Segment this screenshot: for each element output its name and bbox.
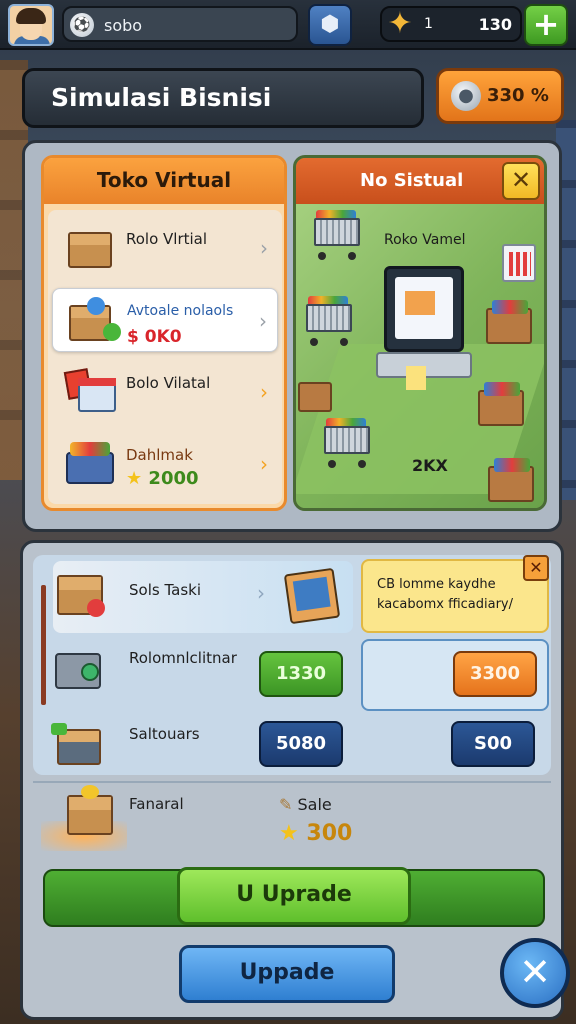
side-price-button[interactable]: S00 xyxy=(451,721,535,767)
player-name-bar[interactable]: ⚽ sobo xyxy=(62,6,298,42)
top-bar: ⚽ sobo ⬢ ✦ 1 130 + xyxy=(0,0,576,50)
chevron-right-icon: › xyxy=(260,236,268,260)
scene-label: Roko Vamel xyxy=(384,232,466,248)
coins-icon: ✦ xyxy=(387,6,413,41)
reward-stars: ★ 300 xyxy=(279,821,353,846)
box-icon xyxy=(62,222,116,272)
upgrade-button[interactable]: U Uprade xyxy=(177,867,411,925)
title-cost-button[interactable]: ● 330 % xyxy=(436,68,564,124)
hint-note: CB lomme kaydhe kacabomx fficadiary/ ✕ xyxy=(361,555,549,633)
close-preview-button[interactable]: ✕ xyxy=(502,162,540,200)
reward-row: Fanaral ✎ Sale ★ 300 xyxy=(33,781,551,861)
store-preview-title: No Sistual xyxy=(360,170,464,191)
gift-box-icon xyxy=(63,295,121,345)
player-avatar[interactable] xyxy=(8,4,54,46)
title-cost-value: 330 % xyxy=(487,85,549,106)
virtual-store-title: Toko Virtual xyxy=(96,168,232,192)
chevron-right-icon: › xyxy=(260,380,268,404)
goods-crate-icon xyxy=(488,458,534,502)
storefront-icon xyxy=(62,366,116,416)
store-item-list: Rolo Vlrtial › Avtoale nolaols $ 0K0 › B… xyxy=(48,210,282,504)
shopping-cart-icon xyxy=(310,210,364,262)
task-label: Saltouars xyxy=(129,725,200,743)
star-icon: ★ xyxy=(126,468,143,489)
currency-small-value: 1 xyxy=(424,16,433,32)
coin-icon: ● xyxy=(451,81,481,111)
money-box-icon xyxy=(51,721,107,771)
hint-note-text: CB lomme kaydhe kacabomx fficadiary/ xyxy=(377,577,514,612)
task-price-button[interactable]: 1330 xyxy=(259,651,343,697)
chevron-right-icon: › xyxy=(260,452,268,476)
task-row-sales-assist: Saltouars 5080 S00 xyxy=(33,715,551,781)
task-price-button[interactable]: 5080 xyxy=(259,721,343,767)
tag-icon: ✎ xyxy=(279,795,293,814)
tasks-list: Sols Taski › CB lomme kaydhe kacabomx ff… xyxy=(33,555,551,783)
inventory-cube-button[interactable]: ⬢ xyxy=(308,4,352,46)
store-item-3[interactable]: Dahlmak ★ 2000 › xyxy=(52,432,278,496)
close-note-button[interactable]: ✕ xyxy=(523,555,549,581)
currency-counter: ✦ 1 130 xyxy=(380,6,522,42)
store-item-1[interactable]: Avtoale nolaols $ 0K0 › xyxy=(52,288,278,352)
store-item-stars: ★ 2000 xyxy=(126,468,199,489)
virtual-store-panel: Toko Virtual Rolo Vlrtial › Avtoale nola… xyxy=(41,155,287,511)
scene-value: 2KX xyxy=(412,456,448,475)
price-sign-icon xyxy=(502,244,536,282)
store-scene-illustration: Roko Vamel 2KX xyxy=(296,204,544,508)
chevron-right-icon: › xyxy=(259,309,267,333)
shopping-basket-icon xyxy=(62,438,116,488)
cube-icon: ⬢ xyxy=(320,12,340,37)
laptop-icon xyxy=(376,266,472,390)
close-button[interactable]: ✕ xyxy=(500,938,570,1008)
task-label: Rolomnlclitnar xyxy=(129,649,237,667)
gift-box-icon xyxy=(63,785,119,835)
store-item-label: Dahlmak xyxy=(126,446,193,464)
side-price-button[interactable]: 3300 xyxy=(453,651,537,697)
star-icon: ★ xyxy=(279,821,299,846)
store-item-2[interactable]: Bolo Vilatal › xyxy=(52,360,278,424)
shopping-cart-icon xyxy=(320,418,374,470)
player-name: sobo xyxy=(104,16,143,35)
store-item-price: $ 0K0 xyxy=(127,327,182,347)
store-preview-panel: No Sistual ✕ Roko Vamel 2KX xyxy=(293,155,547,511)
store-preview-header: No Sistual ✕ xyxy=(296,158,544,204)
currency-amount: 130 xyxy=(478,15,512,34)
title-bar: Simulasi Bisnisi xyxy=(22,68,424,128)
goods-crate-icon xyxy=(486,300,532,344)
upgrade-confirm-button[interactable]: Uppade xyxy=(179,945,395,1003)
cash-register-icon xyxy=(51,647,107,697)
reward-label: Fanaral xyxy=(129,795,184,813)
reward-sale: ✎ Sale xyxy=(279,795,332,814)
tasks-panel: Sols Taski › CB lomme kaydhe kacabomx ff… xyxy=(20,540,564,1020)
shopping-cart-icon xyxy=(302,296,356,348)
cardboard-box-icon xyxy=(298,382,332,412)
virtual-store-header: Toko Virtual xyxy=(44,158,284,204)
store-item-0[interactable]: Rolo Vlrtial › xyxy=(52,216,278,280)
soccer-ball-icon: ⚽ xyxy=(70,13,94,37)
store-item-label: Avtoale nolaols xyxy=(127,303,234,319)
main-panel: Toko Virtual Rolo Vlrtial › Avtoale nola… xyxy=(22,140,562,532)
store-item-label: Rolo Vlrtial xyxy=(126,230,208,248)
goods-crate-icon xyxy=(478,382,524,426)
box-icon xyxy=(51,569,107,619)
page-title: Simulasi Bisnisi xyxy=(51,83,272,112)
task-label: Sols Taski xyxy=(129,581,201,599)
store-item-label: Bolo Vilatal xyxy=(126,374,211,392)
upgrade-slot: 3300 xyxy=(361,639,549,711)
add-currency-button[interactable]: + xyxy=(524,4,568,46)
monitor-icon xyxy=(283,567,341,625)
